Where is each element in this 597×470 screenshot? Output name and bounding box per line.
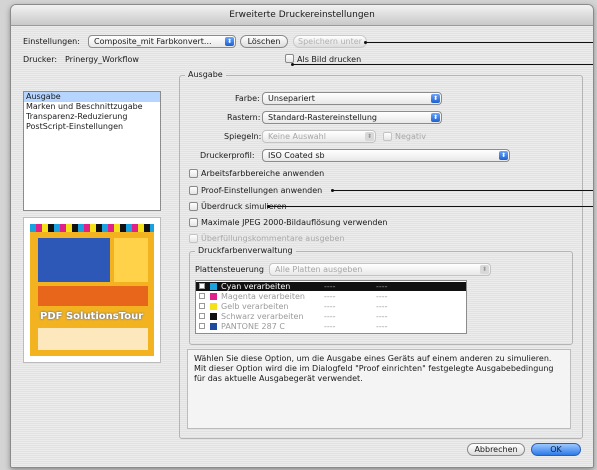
ok-button[interactable]: OK [531,443,581,456]
ink-swatch [210,283,217,290]
callout-line [366,42,593,43]
chevron-updown-icon: ⬍ [431,113,440,122]
preview-blue-block [38,238,110,282]
abbrechen-button[interactable]: Abbrechen [467,443,525,456]
sidebar-item-marken[interactable]: Marken und Beschnittzugabe [24,102,160,112]
preview-headline: PDF SolutionsTour [40,311,144,322]
ink-value-2: ---- [376,322,388,331]
ink-row[interactable]: Gelb verarbeiten ---- ---- [196,302,466,311]
ueberdruck-simulieren-checkbox[interactable] [189,202,198,211]
plattensteuerung-select[interactable]: Alle Platten ausgeben ⬍ [269,263,491,276]
chevron-updown-icon: ⬍ [365,132,374,141]
print-toggle-icon[interactable] [199,303,205,309]
farbe-label: Farbe: [235,94,260,103]
preview-footer-block [38,328,148,350]
als-bild-drucken-checkbox[interactable] [285,54,294,63]
als-bild-drucken-label: Als Bild drucken [297,55,362,64]
druckerprofil-select[interactable]: ISO Coated sb ⬍ [262,149,510,162]
ink-list: Cyan verarbeiten ---- ---- Magenta verar… [195,280,467,334]
loeschen-button[interactable]: Löschen [240,35,288,48]
chevron-updown-icon: ⬍ [499,151,508,160]
chevron-updown-icon: ⬍ [431,94,440,103]
drucker-label: Drucker: [23,55,58,64]
ink-swatch [210,323,217,330]
rastern-select[interactable]: Standard-Rastereinstellung ⬍ [262,111,442,124]
ink-name: Schwarz verarbeiten [221,312,304,321]
ink-value-1: ---- [324,322,336,331]
print-toggle-icon[interactable] [199,323,205,329]
speichern-unter-button[interactable]: Speichern unter [293,35,367,48]
color-bar [30,224,154,232]
callout-line [333,190,593,191]
spiegeln-select[interactable]: Keine Auswahl ⬍ [262,130,376,143]
ink-value-1: ---- [324,302,336,311]
druckerprofil-label: Druckerprofil: [200,151,255,160]
ink-value-1: ---- [324,282,336,291]
ink-row[interactable]: Schwarz verarbeiten ---- ---- [196,312,466,321]
ink-name: PANTONE 287 C [221,322,285,331]
ink-value-2: ---- [376,282,388,291]
plattensteuerung-value: Alle Platten ausgeben [275,265,363,274]
preview-page-area: PDF SolutionsTour [30,224,154,356]
window-title: Erweiterte Druckereinstellungen [11,5,593,26]
negativ-label: Negativ [395,132,426,141]
description-text: Wählen Sie diese Option, um die Ausgabe … [187,349,571,429]
farbe-select[interactable]: Unsepariert ⬍ [262,92,442,105]
einstellungen-select[interactable]: Composite_mit Farbkonvert... ⬍ [88,35,236,48]
chevron-updown-icon: ⬍ [480,265,489,274]
page-preview: PDF SolutionsTour [23,217,161,363]
ink-name: Gelb verarbeiten [221,302,289,311]
plattensteuerung-label: Plattensteuerung [195,265,264,274]
proof-einstellungen-label: Proof-Einstellungen anwenden [201,186,323,195]
ink-value-1: ---- [324,312,336,321]
callout-line [293,64,593,65]
negativ-checkbox[interactable] [383,132,392,141]
ink-value-2: ---- [376,312,388,321]
spiegeln-label: Spiegeln: [224,132,262,141]
jpeg2000-label: Maximale JPEG 2000-Bildauflösung verwend… [201,218,388,227]
spiegeln-value: Keine Auswahl [268,132,326,141]
jpeg2000-checkbox[interactable] [189,218,198,227]
chevron-updown-icon: ⬍ [225,37,234,46]
sidebar-item-postscript[interactable]: PostScript-Einstellungen [24,122,160,132]
einstellungen-label: Einstellungen: [23,37,80,46]
ueberfuellung-checkbox[interactable] [189,234,198,243]
druckerprofil-value: ISO Coated sb [268,151,325,160]
arbeitsfarbbereiche-checkbox[interactable] [189,169,198,178]
ueberfuellung-label: Überfüllungskommentare ausgeben [201,234,345,243]
ink-swatch [210,293,217,300]
print-dialog-window: Erweiterte Druckereinstellungen Einstell… [10,4,594,468]
ink-row[interactable]: Magenta verarbeiten ---- ---- [196,292,466,301]
print-toggle-icon[interactable] [199,283,205,289]
einstellungen-value: Composite_mit Farbkonvert... [94,37,212,46]
preview-text-block [114,238,148,282]
arbeitsfarbbereiche-label: Arbeitsfarbbereiche anwenden [201,169,325,178]
ink-name: Magenta verarbeiten [221,292,305,301]
ink-row[interactable]: PANTONE 287 C ---- ---- [196,322,466,331]
sidebar-item-transparenz[interactable]: Transparenz-Reduzierung [24,112,160,122]
ink-row[interactable]: Cyan verarbeiten ---- ---- [196,282,466,291]
ink-value-1: ---- [324,292,336,301]
print-toggle-icon[interactable] [199,293,205,299]
callout-line [269,206,593,207]
preview-orange-band [38,286,148,306]
ausgabe-legend: Ausgabe [185,70,226,79]
print-toggle-icon[interactable] [199,313,205,319]
rastern-value: Standard-Rastereinstellung [268,113,378,122]
farbe-value: Unsepariert [268,94,315,103]
ink-swatch [210,303,217,310]
category-list: Ausgabe Marken und Beschnittzugabe Trans… [23,91,161,211]
ink-value-2: ---- [376,292,388,301]
druckfarben-legend: Druckfarbenverwaltung [195,246,296,255]
ink-name: Cyan verarbeiten [221,282,291,291]
rastern-label: Rastern: [227,113,261,122]
drucker-value: Prinergy_Workflow [65,55,139,64]
proof-einstellungen-checkbox[interactable] [189,186,198,195]
ink-swatch [210,313,217,320]
sidebar-item-ausgabe[interactable]: Ausgabe [24,92,160,102]
ink-value-2: ---- [376,302,388,311]
